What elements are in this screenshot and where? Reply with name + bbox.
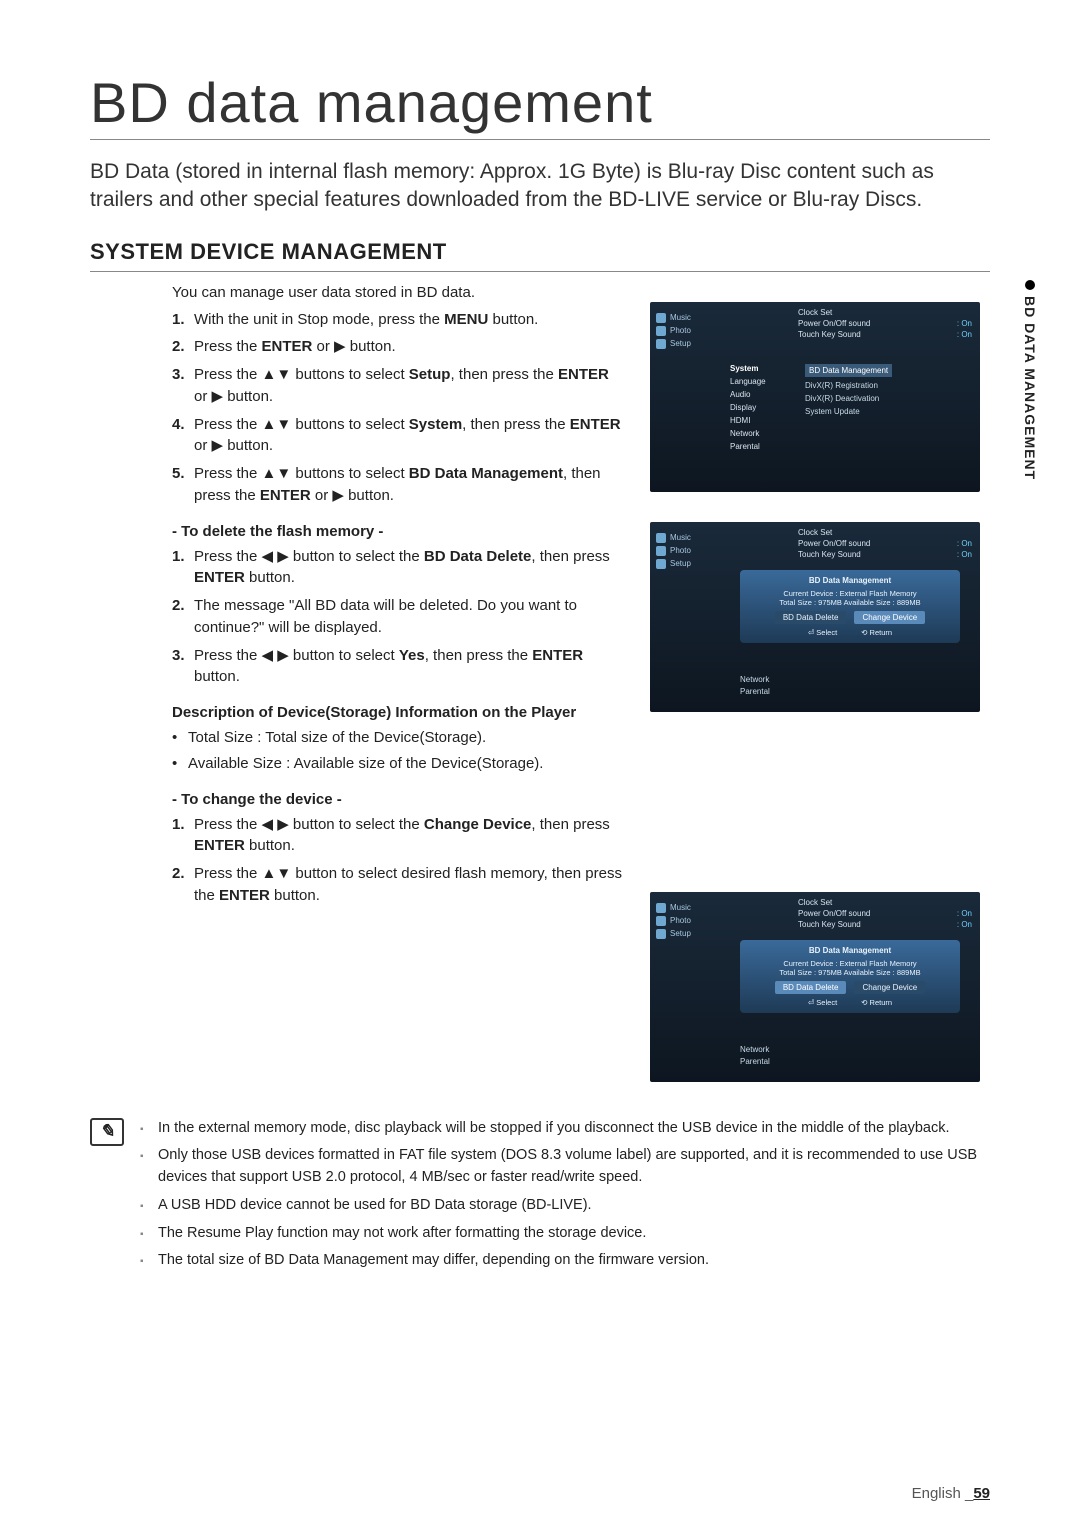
notes-block: ✎ In the external memory mode, disc play… [90,1118,990,1279]
screenshot-change-device: MusicPhotoSetup Clock SetPower On/Off so… [650,892,980,1082]
notes-list: In the external memory mode, disc playba… [140,1118,990,1279]
page-title: BD data management [90,70,990,140]
section-heading: SYSTEM DEVICE MANAGEMENT [90,239,990,272]
description-list: Total Size : Total size of the Device(St… [172,727,626,775]
lead-text: You can manage user data stored in BD da… [172,284,626,301]
right-column: MusicPhotoSetup Clock SetPower On/Off so… [650,284,990,1082]
left-column: You can manage user data stored in BD da… [90,284,626,1082]
main-steps-list: 1.With the unit in Stop mode, press the … [172,309,626,507]
description-heading: Description of Device(Storage) Informati… [172,704,626,721]
side-tab-label: BD DATA MANAGEMENT [1022,296,1038,480]
change-steps-list: 1.Press the ◀ ▶ button to select the Cha… [172,814,626,907]
intro-text: BD Data (stored in internal flash memory… [90,158,990,215]
footer-page-number: 59 [973,1485,990,1502]
screenshot-setup-menu: MusicPhotoSetup Clock SetPower On/Off so… [650,302,980,492]
screenshot-bd-delete: MusicPhotoSetup Clock SetPower On/Off so… [650,522,980,712]
subhead-delete: - To delete the flash memory - [172,523,626,540]
side-tab: BD DATA MANAGEMENT [1022,280,1038,480]
page-footer: English _59 [912,1485,990,1502]
delete-steps-list: 1.Press the ◀ ▶ button to select the BD … [172,546,626,689]
footer-language: English [912,1485,961,1502]
note-icon: ✎ [90,1118,124,1146]
dot-icon [1025,280,1035,290]
subhead-change: - To change the device - [172,791,626,808]
